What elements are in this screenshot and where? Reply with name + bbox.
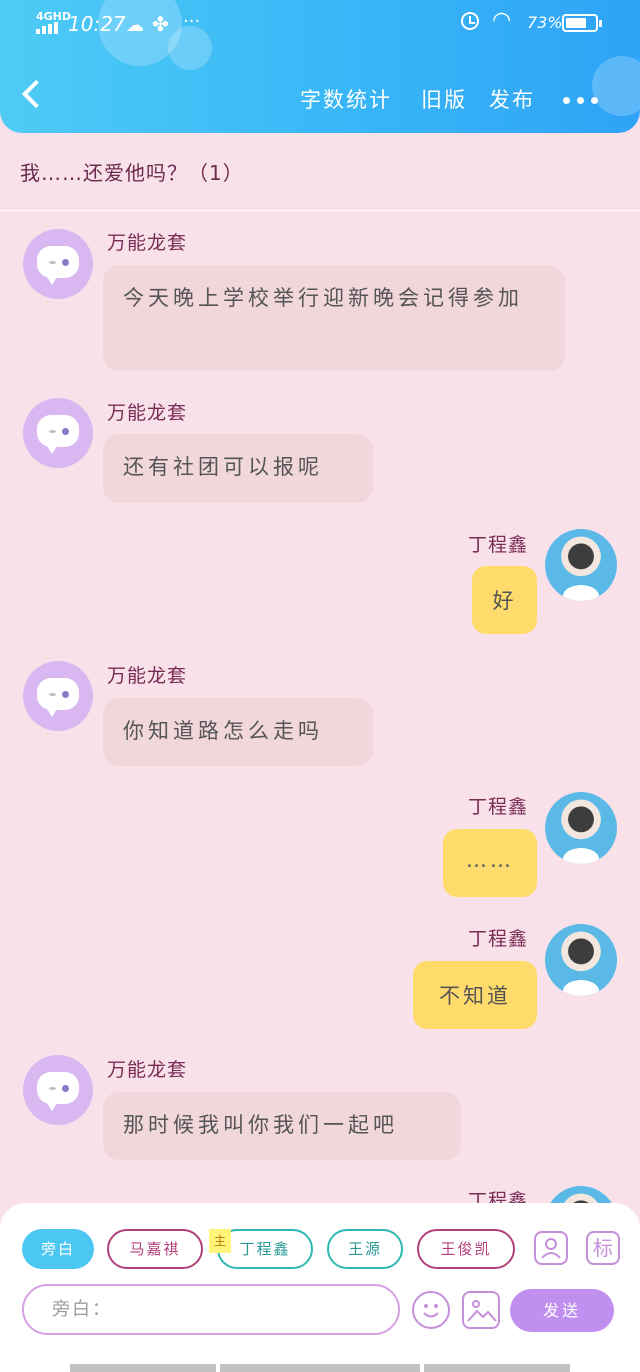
chapter-title[interactable]: 我……还爱他吗？（1） xyxy=(20,157,244,186)
tag-label-icon[interactable]: 标 xyxy=(586,1231,620,1265)
message-input[interactable]: 旁白： xyxy=(22,1284,400,1335)
message-sender: 万能龙套 xyxy=(107,232,188,254)
message-sender: 丁程鑫 xyxy=(468,928,529,950)
message-bubble[interactable]: …… xyxy=(443,829,537,897)
title-divider xyxy=(0,210,640,211)
fan-icon: ✤ xyxy=(152,12,169,36)
message-bubble[interactable]: 那时候我叫你我们一起吧 xyxy=(103,1092,461,1160)
dingchengxin-avatar[interactable] xyxy=(545,792,617,864)
alarm-icon xyxy=(461,12,479,30)
bottom-bar-segment xyxy=(70,1364,216,1372)
message-sender: 万能龙套 xyxy=(107,402,188,424)
message-bubble[interactable]: 好 xyxy=(472,566,537,634)
message-sender: 丁程鑫 xyxy=(468,796,529,818)
role-chip-wangyuan[interactable]: 王源 xyxy=(327,1229,403,1269)
message-bubble[interactable]: 不知道 xyxy=(413,961,537,1029)
main-character-badge: 主 xyxy=(209,1229,231,1253)
dingchengxin-avatar[interactable] xyxy=(545,1186,617,1204)
message-bubble[interactable]: 你知道路怎么走吗 xyxy=(103,698,373,766)
composer-panel: 旁白 马嘉祺 丁程鑫 主 王源 王俊凯 标 旁白： 发送 xyxy=(0,1203,640,1372)
signal-icon xyxy=(36,22,62,34)
bottom-bar-segment xyxy=(220,1364,420,1372)
role-chip-majiaqi[interactable]: 马嘉祺 xyxy=(107,1229,203,1269)
more-dots-icon[interactable] xyxy=(563,97,599,105)
status-time: 10:27 xyxy=(68,12,126,36)
role-chip-narrator[interactable]: 旁白 xyxy=(22,1229,94,1269)
battery-percentage: 73% xyxy=(527,13,563,32)
image-icon[interactable] xyxy=(462,1291,500,1329)
word-count-button[interactable]: 字数统计 xyxy=(300,84,392,114)
role-chip-wangjunkai[interactable]: 王俊凯 xyxy=(417,1229,515,1269)
more-status-icons: ··· xyxy=(183,11,201,32)
person-card-icon[interactable] xyxy=(534,1231,568,1265)
role-chip-dingchengxin[interactable]: 丁程鑫 xyxy=(217,1229,313,1269)
extra-character-avatar[interactable] xyxy=(23,229,93,299)
send-button[interactable]: 发送 xyxy=(510,1289,614,1332)
extra-character-avatar[interactable] xyxy=(23,1055,93,1125)
decorative-bubble xyxy=(592,56,640,116)
battery-fill xyxy=(566,18,586,28)
smile-icon[interactable] xyxy=(412,1291,450,1329)
extra-character-avatar[interactable] xyxy=(23,398,93,468)
message-sender: 万能龙套 xyxy=(107,665,188,687)
bottom-bar-segment xyxy=(424,1364,570,1372)
app-header: 4GHD 10:27 ☁ ✤ ··· ◠ 73% 字数统计 旧版 发布 xyxy=(0,0,640,133)
back-chevron-icon[interactable] xyxy=(21,79,51,109)
cloud-icon: ☁ xyxy=(126,15,144,36)
status-bar: 4GHD 10:27 ☁ ✤ ··· ◠ 73% xyxy=(0,0,640,48)
message-sender: 丁程鑫 xyxy=(468,1190,529,1204)
message-bubble[interactable]: 还有社团可以报呢 xyxy=(103,434,373,503)
old-version-button[interactable]: 旧版 xyxy=(421,84,467,114)
message-bubble[interactable]: 今天晚上学校举行迎新晚会记得参加 xyxy=(103,265,565,371)
publish-button[interactable]: 发布 xyxy=(489,84,535,114)
wifi-icon: ◠ xyxy=(492,8,512,33)
message-list[interactable]: 万能龙套 今天晚上学校举行迎新晚会记得参加 万能龙套 还有社团可以报呢 丁程鑫 … xyxy=(0,212,640,1204)
battery-icon xyxy=(562,14,602,32)
dingchengxin-avatar[interactable] xyxy=(545,529,617,601)
message-sender: 万能龙套 xyxy=(107,1059,188,1081)
extra-character-avatar[interactable] xyxy=(23,661,93,731)
dingchengxin-avatar[interactable] xyxy=(545,924,617,996)
message-sender: 丁程鑫 xyxy=(468,534,529,556)
